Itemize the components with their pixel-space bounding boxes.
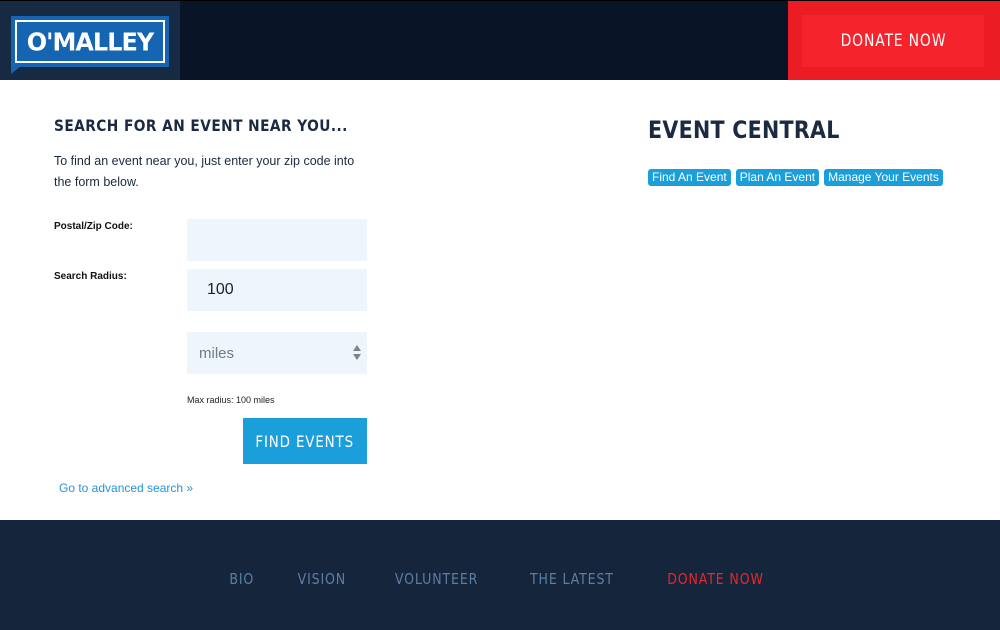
logo-tail-shape xyxy=(11,66,21,74)
arrow-down-icon xyxy=(353,354,361,360)
footer-nav: BIO VISION VOLUNTEER THE LATEST DONATE N… xyxy=(0,570,1000,588)
search-intro: To find an event near you, just enter yo… xyxy=(54,154,355,189)
zip-label: Postal/Zip Code: xyxy=(54,221,133,232)
event-central-links: Find An Event Plan An Event Manage Your … xyxy=(648,169,943,186)
radius-input[interactable]: 100 xyxy=(187,269,367,311)
radius-value: 100 xyxy=(207,281,234,298)
omalley-logo[interactable]: O'MALLEY xyxy=(11,16,169,74)
footer-link-bio-label: BIO xyxy=(229,570,255,588)
unit-select-value: miles xyxy=(199,344,235,362)
main-content: SEARCH FOR AN EVENT NEAR YOU... To find … xyxy=(0,80,1000,520)
arrow-up-icon xyxy=(353,345,361,351)
footer-link-the-latest-label: THE LATEST xyxy=(529,570,614,588)
logo-frame: O'MALLEY xyxy=(15,20,165,63)
logo-area[interactable]: O'MALLEY xyxy=(0,1,180,81)
select-arrows-icon xyxy=(352,345,362,361)
event-central-text: EVENT CENTRAL xyxy=(648,116,840,144)
logo-text: O'MALLEY xyxy=(26,26,155,57)
radius-label: Search Radius: xyxy=(54,271,127,282)
search-heading-text: SEARCH FOR AN EVENT NEAR YOU... xyxy=(54,116,348,135)
footer-link-donate-now[interactable]: DONATE NOW xyxy=(658,570,773,588)
footer-link-volunteer[interactable]: VOLUNTEER xyxy=(387,570,486,588)
footer-link-bio[interactable]: BIO xyxy=(227,570,257,588)
find-events-button[interactable]: FIND EVENTS xyxy=(243,418,367,464)
donate-now-button[interactable]: DONATE NOW xyxy=(802,15,984,67)
footer-link-volunteer-label: VOLUNTEER xyxy=(394,570,478,588)
advanced-search-link[interactable]: Go to advanced search » xyxy=(59,481,193,495)
footer-link-vision-label: VISION xyxy=(297,570,347,588)
search-heading: SEARCH FOR AN EVENT NEAR YOU... xyxy=(54,116,396,135)
event-central-heading: EVENT CENTRAL xyxy=(648,116,871,144)
find-events-label: FIND EVENTS xyxy=(255,431,355,451)
site-footer: BIO VISION VOLUNTEER THE LATEST DONATE N… xyxy=(0,520,1000,630)
find-an-event-link[interactable]: Find An Event xyxy=(648,169,731,186)
donate-now-label: DONATE NOW xyxy=(840,31,946,51)
unit-select[interactable]: miles xyxy=(187,332,367,374)
max-radius-note: Max radius: 100 miles xyxy=(187,395,275,405)
plan-an-event-link[interactable]: Plan An Event xyxy=(735,169,820,186)
manage-your-events-link[interactable]: Manage Your Events xyxy=(824,169,943,186)
site-header: O'MALLEY DONATE NOW xyxy=(0,0,1000,81)
footer-link-vision[interactable]: VISION xyxy=(293,570,351,588)
donate-area: DONATE NOW xyxy=(788,1,1000,81)
zip-input[interactable] xyxy=(187,219,367,261)
footer-link-donate-now-label: DONATE NOW xyxy=(666,570,764,588)
footer-link-the-latest[interactable]: THE LATEST xyxy=(522,570,622,588)
